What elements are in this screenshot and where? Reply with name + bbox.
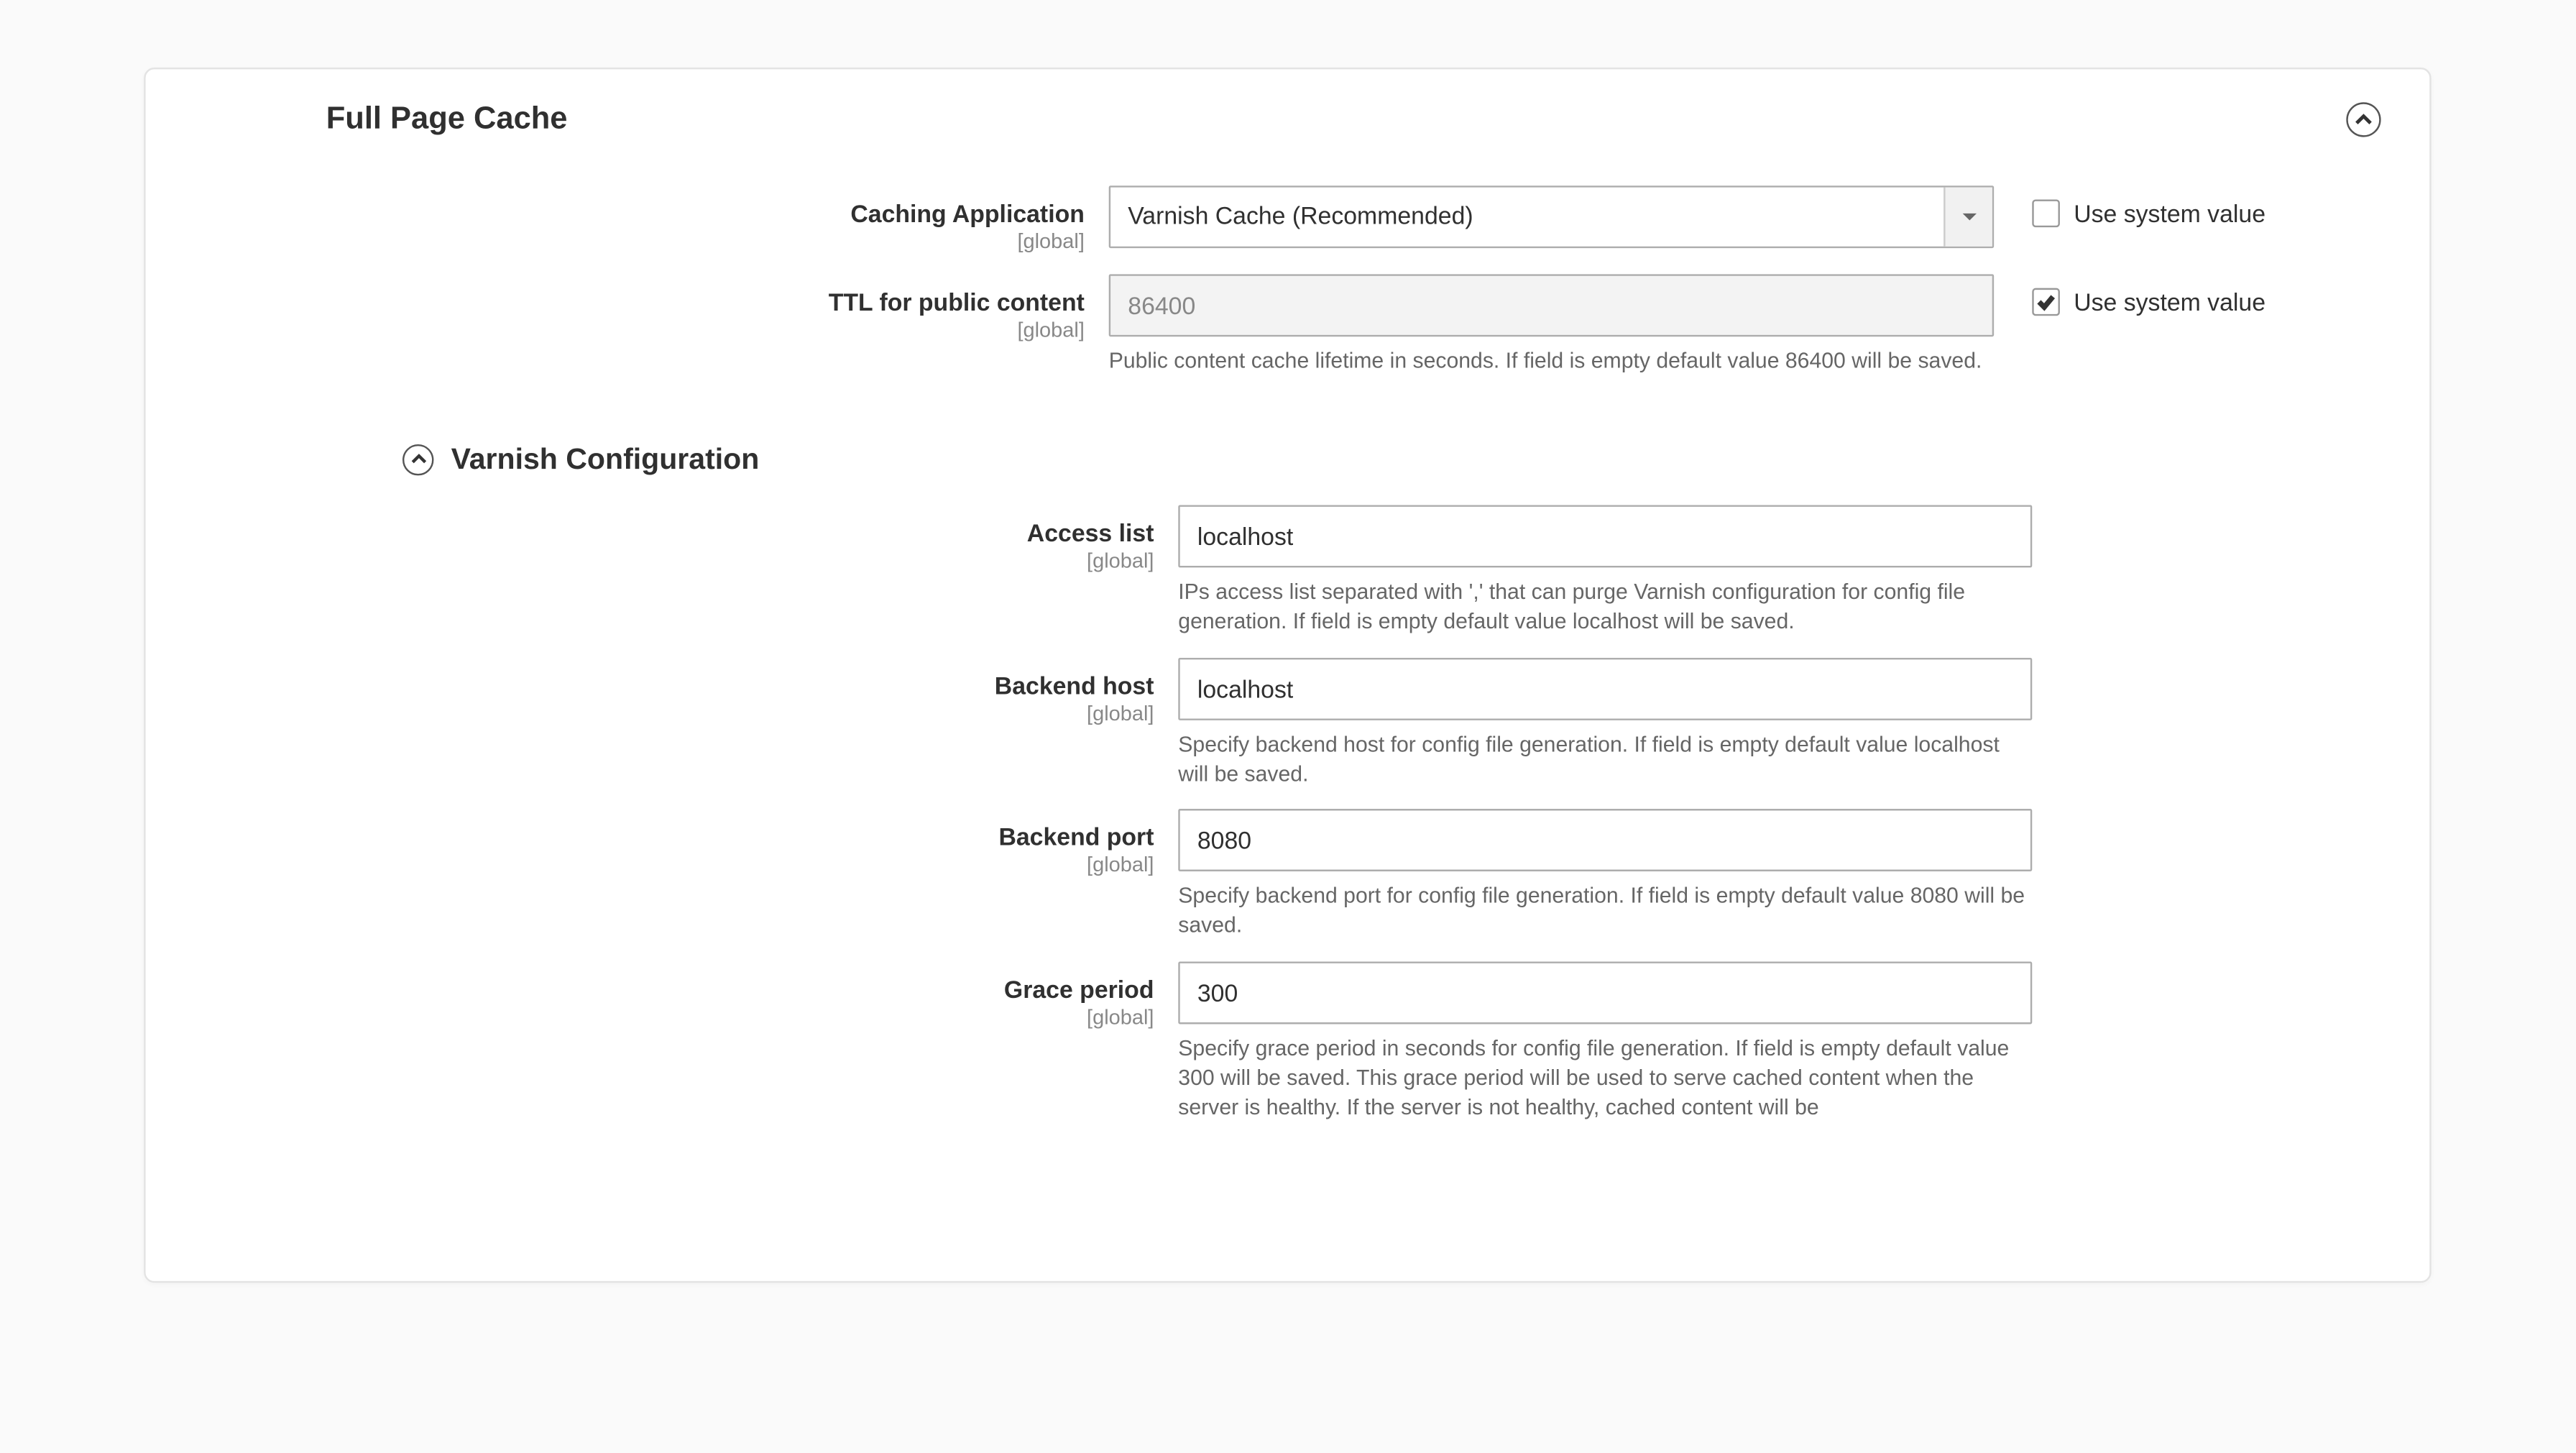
caching-application-select[interactable]: Varnish Cache (Recommended) [1109, 185, 1994, 248]
varnish-subsection-title: Varnish Configuration [451, 442, 760, 477]
scope-ttl: [global] [146, 318, 1085, 342]
field-ttl: TTL for public content [global] Public c… [146, 274, 2430, 376]
chevron-up-icon [410, 452, 426, 468]
field-backend-host: Backend host [global] Specify backend ho… [146, 657, 2430, 789]
full-page-cache-panel: Full Page Cache Caching Application [glo… [144, 68, 2431, 1283]
use-system-label-ttl: Use system value [2074, 288, 2266, 316]
scope-caching-application: [global] [146, 229, 1085, 254]
field-caching-application: Caching Application [global] Varnish Cac… [146, 185, 2430, 253]
backend-port-help: Specify backend port for config file gen… [1178, 882, 2032, 940]
panel-title: Full Page Cache [326, 101, 568, 137]
panel-header: Full Page Cache [146, 69, 2430, 168]
collapse-section-button[interactable] [2346, 101, 2380, 136]
grace-period-input[interactable] [1178, 962, 2032, 1025]
use-system-ttl[interactable] [2032, 288, 2060, 316]
field-access-list: Access list [global] IPs access list sep… [146, 505, 2430, 636]
select-dropdown-button[interactable] [1944, 188, 1992, 247]
access-list-input[interactable] [1178, 505, 2032, 567]
field-backend-port: Backend port [global] Specify backend po… [146, 810, 2430, 941]
grace-period-help: Specify grace period in seconds for conf… [1178, 1035, 2032, 1122]
collapse-varnish-button[interactable] [402, 444, 433, 475]
caching-application-value: Varnish Cache (Recommended) [1110, 188, 1944, 247]
label-backend-port: Backend port [998, 823, 1154, 851]
caret-down-icon [1960, 208, 1977, 226]
backend-port-input[interactable] [1178, 810, 2032, 872]
access-list-help: IPs access list separated with ',' that … [1178, 578, 2032, 636]
ttl-help: Public content cache lifetime in seconds… [1109, 347, 1994, 377]
backend-host-help: Specify backend host for config file gen… [1178, 730, 2032, 788]
label-grace-period: Grace period [1004, 976, 1154, 1004]
scope-grace-period: [global] [146, 1005, 1154, 1030]
backend-host-input[interactable] [1178, 657, 2032, 720]
label-caching-application: Caching Application [850, 200, 1085, 228]
chevron-up-icon [2355, 110, 2372, 127]
label-ttl: TTL for public content [829, 288, 1085, 316]
fade-overlay [146, 1229, 2430, 1280]
varnish-subsection-header: Varnish Configuration [146, 397, 2430, 505]
field-grace-period: Grace period [global] Specify grace peri… [146, 962, 2430, 1123]
use-system-caching-application[interactable] [2032, 200, 2060, 228]
scope-backend-host: [global] [146, 700, 1154, 725]
label-access-list: Access list [1027, 518, 1154, 546]
scope-access-list: [global] [146, 549, 1154, 573]
scope-backend-port: [global] [146, 853, 1154, 877]
use-system-label: Use system value [2074, 200, 2266, 228]
ttl-input [1109, 274, 1994, 336]
label-backend-host: Backend host [995, 671, 1154, 699]
